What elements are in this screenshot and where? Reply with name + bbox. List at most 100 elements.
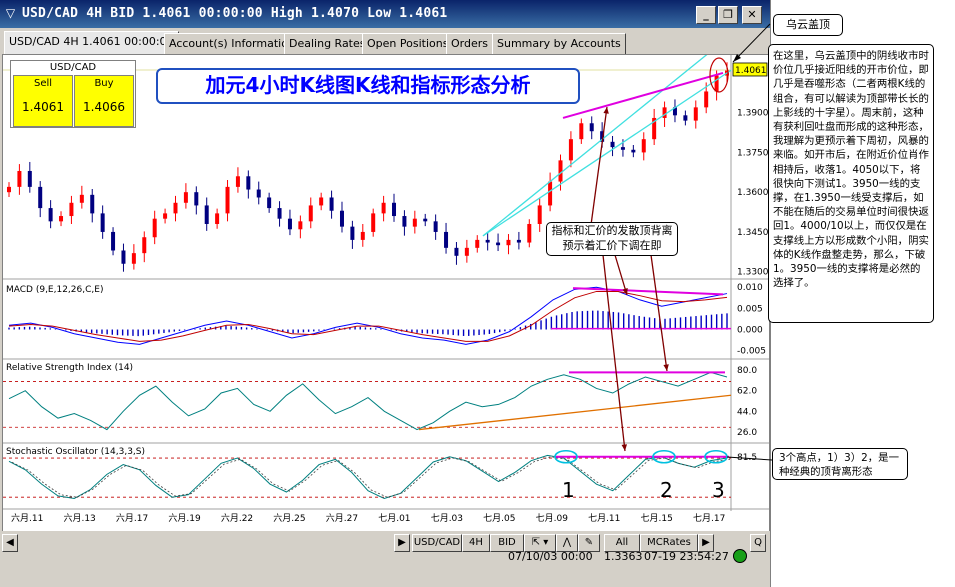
candle-body (287, 218, 292, 230)
time-axis-label: 七月.03 (431, 513, 463, 524)
candle-body (516, 239, 521, 243)
time-axis-label: 六月.27 (326, 512, 358, 524)
rsi-title: Relative Strength Index (14) (6, 363, 133, 373)
candle-body (79, 194, 84, 203)
candle-body (27, 170, 32, 187)
candle-body (7, 186, 11, 193)
macd-title: MACD (9,E,12,26,C,E) (6, 285, 103, 295)
time-axis-label: 六月.25 (273, 512, 305, 524)
rsi-tick-label: 26.0 (737, 428, 757, 438)
stochastic-tick-label: 81.5 (737, 453, 757, 463)
macd-tick-label: 0.005 (737, 304, 763, 314)
buy-value: 1.4066 (83, 100, 125, 114)
candle-body (620, 147, 625, 150)
price-tick-label: 1.3900 (737, 109, 769, 119)
candle-body (485, 239, 490, 243)
sell-value: 1.4061 (22, 100, 64, 114)
candle-body (402, 216, 407, 227)
candle-body (506, 239, 511, 246)
candle-body (704, 91, 709, 108)
candle-body (225, 186, 230, 214)
candle-body (631, 149, 636, 153)
time-axis-label: 六月.13 (63, 512, 95, 524)
chart-headline: 加元4小时K线图K线和指标形态分析 (156, 68, 580, 104)
candle-body (610, 141, 615, 148)
stochastic-k-line (8, 454, 728, 500)
divergence-arrow-rsi (650, 254, 668, 372)
candle-body (235, 176, 240, 187)
macd-signal-line (8, 290, 728, 342)
platform-window: ▽ USD/CAD 4H BID 1.4061 00:00:00 High 1.… (0, 0, 771, 587)
candle-body (131, 253, 136, 264)
sell-quote[interactable]: Sell 1.4061 (13, 75, 73, 127)
price-tick-label: 1.3600 (737, 188, 769, 198)
candle-body (714, 75, 719, 92)
candle-body (350, 226, 355, 240)
time-axis-label: 七月.11 (588, 513, 620, 524)
buy-label: Buy (94, 78, 114, 89)
candle-body (308, 205, 313, 222)
candle-body (568, 139, 573, 161)
candle-body (339, 210, 344, 227)
candle-body (589, 123, 594, 132)
price-tick-label: 1.3450 (737, 228, 769, 238)
divergence-arrow-rsi-head (663, 364, 669, 371)
tab-orders[interactable]: Orders (446, 33, 493, 54)
macd-tick-label: -0.005 (737, 347, 766, 357)
candle-body (693, 107, 698, 121)
symbol-button[interactable]: USD/CAD (412, 534, 462, 552)
macd-tick-label: 0.010 (737, 283, 763, 293)
tab-dealing-rates[interactable]: Dealing Rates (284, 33, 371, 54)
sell-label: Sell (33, 78, 53, 89)
time-axis-label: 六月.11 (11, 512, 43, 524)
candle-body (537, 205, 542, 224)
candle-body (381, 202, 386, 214)
quick-button[interactable]: Q (750, 534, 766, 552)
candle-body (371, 213, 376, 232)
scroll-left-button[interactable]: ◀ (2, 534, 18, 552)
title-bar: ▽ USD/CAD 4H BID 1.4061 00:00:00 High 1.… (0, 0, 770, 28)
minimize-button[interactable]: _ (696, 6, 716, 24)
close-button[interactable]: ✕ (742, 6, 762, 24)
timeframe-button[interactable]: 4H (462, 534, 490, 552)
tab-open-positions[interactable]: Open Positions (362, 33, 454, 54)
tab-summary[interactable]: Summary by Accounts (492, 33, 626, 54)
quote-panel: USD/CAD Sell 1.4061 Buy 1.4066 (10, 60, 136, 128)
buy-quote[interactable]: Buy 1.4066 (74, 75, 134, 127)
annotation-divergence: 指标和汇价的发散顶背离预示着汇价下调在即 (546, 222, 678, 256)
time-axis-label: 七月.17 (693, 513, 725, 524)
candle-body (360, 231, 365, 240)
time-axis-label: 七月.09 (536, 513, 569, 524)
candle-body (204, 205, 209, 224)
rsi-tick-label: 44.0 (737, 407, 757, 417)
candle-body (111, 231, 116, 251)
candle-body (38, 186, 43, 209)
restore-button[interactable]: ❐ (718, 6, 738, 24)
candle-body (152, 218, 157, 238)
candle-body (454, 247, 459, 256)
candle-body (183, 192, 188, 203)
candle-body (173, 202, 178, 214)
candle-body (246, 176, 251, 190)
candle-body (121, 250, 126, 264)
status-clock: 07-19 23:54:27 (644, 550, 729, 563)
candle-body (298, 221, 303, 230)
tab-chart[interactable]: USD/CAD 4H 1.4061 00:00:00 (4, 31, 179, 55)
scroll-right-button[interactable]: ▶ (394, 534, 410, 552)
annotation-three-peaks: 3个高点，1）3）2，是一种经典的顶背离形态 (772, 448, 908, 480)
candle-body (423, 218, 428, 222)
candle-body (392, 202, 397, 217)
candle-body (194, 192, 199, 206)
time-axis-label: 七月.01 (378, 513, 410, 524)
time-axis-label: 六月.22 (221, 512, 253, 524)
stochastic-d-line (11, 456, 731, 498)
rsi-tick-label: 80.0 (737, 366, 757, 376)
stochastic-peak-number: 3 (712, 478, 725, 502)
window-title: USD/CAD 4H BID 1.4061 00:00:00 High 1.40… (22, 6, 448, 21)
candle-body (256, 189, 261, 198)
candle-body (558, 160, 563, 182)
tab-accounts[interactable]: Account(s) Information (164, 33, 300, 54)
status-price: 1.3363 (604, 550, 643, 563)
resistance-line-price (562, 71, 724, 119)
candle-body (90, 194, 95, 214)
